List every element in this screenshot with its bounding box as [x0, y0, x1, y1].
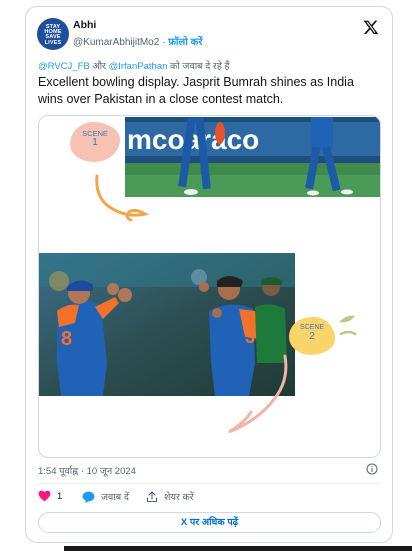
tweet-card: STAY HOME SAVE LIVES Abhi @KumarAbhijitM…	[25, 6, 393, 543]
orange-squiggle-doodle	[95, 174, 149, 222]
leaf-doodle	[339, 315, 357, 336]
info-icon[interactable]	[366, 463, 378, 475]
reply-suffix: को जवाब दे रहे हैं	[170, 61, 230, 72]
heart-icon	[38, 490, 51, 502]
reply-button[interactable]: जवाब दें	[82, 490, 129, 503]
like-count: 1	[57, 490, 63, 502]
x-logo-icon[interactable]	[363, 19, 379, 35]
tweet-text: Excellent bowling display. Jasprit Bumra…	[38, 75, 354, 106]
svg-text:8: 8	[61, 328, 72, 350]
read-more-button[interactable]: X पर अधिक पढ़ें	[38, 512, 381, 533]
speech-bubble-icon	[82, 491, 95, 503]
share-button[interactable]: शेयर करें	[146, 490, 194, 503]
page-bottom-strip	[64, 546, 412, 551]
author-handle[interactable]: @KumarAbhijitMo2	[73, 37, 159, 48]
author-name[interactable]: Abhi	[73, 19, 96, 31]
reply-context: @RVCJ_FB और @IrfanPathan को जवाब दे रहे …	[38, 59, 230, 72]
reply-label: जवाब दें	[101, 492, 129, 503]
like-button[interactable]: 1	[38, 490, 62, 502]
scene-2-sticker: SCENE 2	[289, 317, 335, 355]
share-icon	[146, 490, 158, 502]
follow-button[interactable]: फ़ॉलो करें	[168, 37, 202, 48]
scene-1-sticker: SCENE 1	[70, 122, 120, 162]
handle-separator: ·	[162, 37, 166, 48]
tweet-timestamp[interactable]: 1:54 पूर्वाह्न · 10 जून 2024	[38, 464, 136, 477]
divider	[38, 483, 381, 484]
pink-squiggle-doodle	[228, 354, 288, 434]
svg-text:3: 3	[245, 327, 255, 347]
mention-irfanpathan[interactable]: @IrfanPathan	[109, 61, 168, 72]
share-label: शेयर करें	[164, 492, 194, 503]
scene-2-number: 2	[309, 331, 315, 342]
tweet-media[interactable]: mcoaraco 8 3 SCENE 1 SCENE 2	[38, 115, 381, 458]
mention-rvcj[interactable]: @RVCJ_FB	[38, 61, 90, 72]
author-handle-row: @KumarAbhijitMo2 · फ़ॉलो करें	[73, 34, 202, 48]
action-bar: 1 जवाब दें शेयर करें	[38, 490, 381, 506]
scene-1-photo: mcoaraco	[125, 117, 380, 197]
avatar[interactable]: STAY HOME SAVE LIVES	[37, 18, 69, 50]
avatar-text-4: LIVES	[44, 39, 62, 46]
reply-connector: और	[92, 61, 106, 72]
scene-1-number: 1	[92, 137, 98, 148]
